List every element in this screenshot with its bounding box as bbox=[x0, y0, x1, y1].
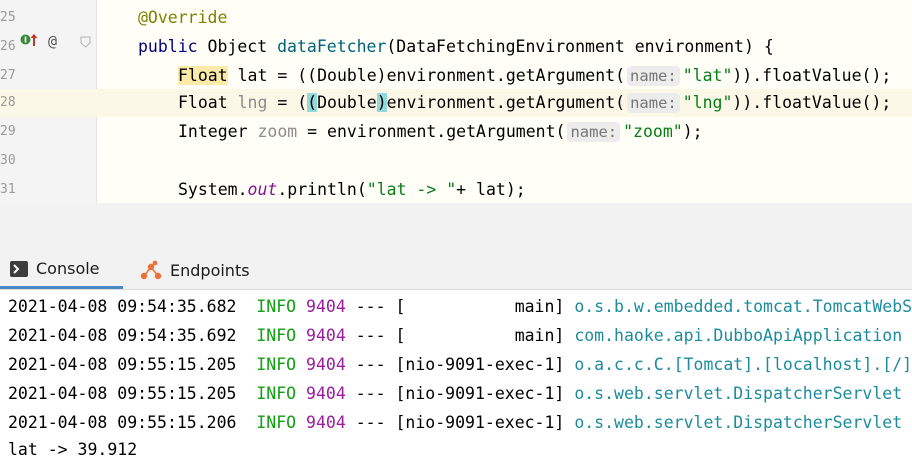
log-level: INFO bbox=[256, 384, 297, 403]
log-timestamp: 2021-04-08 09:54:35.682 bbox=[8, 297, 237, 316]
log-level: INFO bbox=[256, 355, 297, 374]
tool-window-bar: Console Endpoints bbox=[0, 203, 912, 290]
log-timestamp: 2021-04-08 09:55:15.205 bbox=[8, 384, 237, 403]
log-logger[interactable]: o.s.web.servlet.DispatcherServlet bbox=[574, 413, 902, 432]
expression-token: = environment.getArgument( bbox=[297, 122, 566, 141]
log-line[interactable]: 2021-04-08 09:55:15.206 INFO 9404 --- [n… bbox=[8, 408, 902, 437]
class-token: System. bbox=[178, 180, 248, 199]
log-logger[interactable]: com.haoke.api.DubboApiApplication bbox=[574, 326, 902, 345]
log-logger[interactable]: o.s.web.servlet.DispatcherServlet bbox=[574, 384, 902, 403]
expression-tail: ); bbox=[682, 122, 703, 141]
line-number: 30 bbox=[0, 153, 16, 168]
log-thread: [nio-9091-exec-1] bbox=[395, 413, 565, 432]
log-thread: [nio-9091-exec-1] bbox=[395, 355, 565, 374]
log-thread: [nio-9091-exec-1] bbox=[395, 384, 565, 403]
log-pid: 9404 bbox=[306, 326, 346, 345]
log-separator: --- bbox=[355, 384, 386, 403]
log-logger[interactable]: o.a.c.c.C.[Tomcat].[localhost].[/] bbox=[574, 355, 912, 374]
code-editor[interactable]: 25 @Override 26 public Object dataFetche… bbox=[0, 0, 912, 203]
log-line[interactable]: 2021-04-08 09:55:15.205 INFO 9404 --- [n… bbox=[8, 350, 912, 379]
code-line[interactable]: 30 bbox=[0, 147, 912, 175]
param-hint: name: bbox=[567, 122, 621, 142]
params-token: (DataFetchingEnvironment environment) { bbox=[386, 37, 774, 56]
static-field-token: out bbox=[247, 180, 278, 199]
stdout-line[interactable]: lat -> 39.912 bbox=[8, 435, 137, 464]
console-output[interactable]: 2021-04-08 09:54:35.682 INFO 9404 --- [ … bbox=[0, 290, 912, 475]
log-line[interactable]: 2021-04-08 09:54:35.682 INFO 9404 --- [ … bbox=[8, 292, 912, 321]
string-literal: "lat" bbox=[682, 66, 733, 85]
type-token: Integer bbox=[178, 122, 258, 141]
tab-console[interactable]: Console bbox=[0, 251, 123, 289]
keyword-token: public bbox=[138, 37, 198, 56]
log-thread: [ main] bbox=[395, 297, 565, 316]
at-sign-icon[interactable]: @ bbox=[48, 33, 57, 49]
expression-tail: )).floatValue(); bbox=[732, 93, 892, 112]
variable-token: lng bbox=[227, 93, 268, 112]
line-number: 26 bbox=[0, 39, 16, 54]
string-literal: "zoom" bbox=[623, 122, 683, 141]
line-number: 25 bbox=[0, 10, 16, 25]
type-token: Float bbox=[178, 66, 228, 85]
line-number: 31 bbox=[0, 182, 16, 197]
code-line[interactable]: 27 Float lat = ((Double)environment.getA… bbox=[0, 62, 912, 90]
log-pid: 9404 bbox=[306, 384, 346, 403]
tab-console-label: Console bbox=[36, 259, 100, 278]
string-literal: "lat -> " bbox=[366, 180, 457, 199]
log-level: INFO bbox=[256, 326, 297, 345]
endpoints-icon bbox=[140, 260, 162, 280]
tab-endpoints[interactable]: Endpoints bbox=[130, 251, 280, 289]
log-line[interactable]: 2021-04-08 09:55:15.205 INFO 9404 --- [n… bbox=[8, 379, 902, 408]
log-pid: 9404 bbox=[306, 413, 346, 432]
type-token: Float bbox=[178, 93, 228, 112]
log-separator: --- bbox=[355, 297, 386, 316]
log-level: INFO bbox=[256, 297, 297, 316]
expression-tail: + lat); bbox=[456, 180, 526, 199]
operator-token: = ( bbox=[267, 93, 308, 112]
code-line-current[interactable]: 28 Float lng = ((Double)environment.getA… bbox=[0, 89, 912, 117]
expression-tail: )).floatValue(); bbox=[732, 66, 892, 85]
param-hint: name: bbox=[627, 66, 680, 86]
code-line[interactable]: 26 public Object dataFetcher(DataFetchin… bbox=[0, 33, 912, 61]
code-line[interactable]: 29 Integer zoom = environment.getArgumen… bbox=[0, 118, 912, 146]
call-token: .println( bbox=[277, 180, 367, 199]
expression-token: lat = ((Double)environment.getArgument( bbox=[227, 66, 626, 85]
line-number: 28 bbox=[0, 95, 16, 110]
param-hint: name: bbox=[627, 93, 680, 113]
log-level: INFO bbox=[256, 413, 297, 432]
log-pid: 9404 bbox=[306, 355, 346, 374]
fold-icon[interactable] bbox=[80, 36, 91, 53]
cast-token: Double bbox=[317, 93, 377, 112]
log-line[interactable]: 2021-04-08 09:54:35.692 INFO 9404 --- [ … bbox=[8, 321, 902, 350]
string-literal: "lng" bbox=[682, 93, 733, 112]
log-thread: [ main] bbox=[395, 326, 565, 345]
console-icon bbox=[10, 260, 28, 277]
method-name-token: dataFetcher bbox=[277, 37, 387, 56]
type-token: Object bbox=[197, 37, 278, 56]
log-separator: --- bbox=[355, 355, 386, 374]
code-line[interactable]: 25 @Override bbox=[0, 4, 912, 32]
log-separator: --- bbox=[355, 326, 386, 345]
matched-paren-close: ) bbox=[376, 93, 387, 112]
annotation-token: @Override bbox=[138, 8, 228, 27]
log-pid: 9404 bbox=[306, 297, 346, 316]
log-separator: --- bbox=[355, 413, 386, 432]
log-timestamp: 2021-04-08 09:55:15.206 bbox=[8, 413, 237, 432]
expression-token: environment.getArgument( bbox=[386, 93, 626, 112]
matched-paren-open: ( bbox=[307, 93, 318, 112]
override-arrow-icon[interactable] bbox=[30, 33, 38, 52]
line-number: 27 bbox=[0, 68, 16, 83]
log-timestamp: 2021-04-08 09:54:35.692 bbox=[8, 326, 237, 345]
log-timestamp: 2021-04-08 09:55:15.205 bbox=[8, 355, 237, 374]
tab-endpoints-label: Endpoints bbox=[170, 260, 250, 280]
code-line[interactable]: 31 System.out.println("lat -> "+ lat); bbox=[0, 176, 912, 203]
line-number: 29 bbox=[0, 124, 16, 139]
variable-token: zoom bbox=[257, 122, 298, 141]
log-logger[interactable]: o.s.b.w.embedded.tomcat.TomcatWebS bbox=[574, 297, 912, 316]
